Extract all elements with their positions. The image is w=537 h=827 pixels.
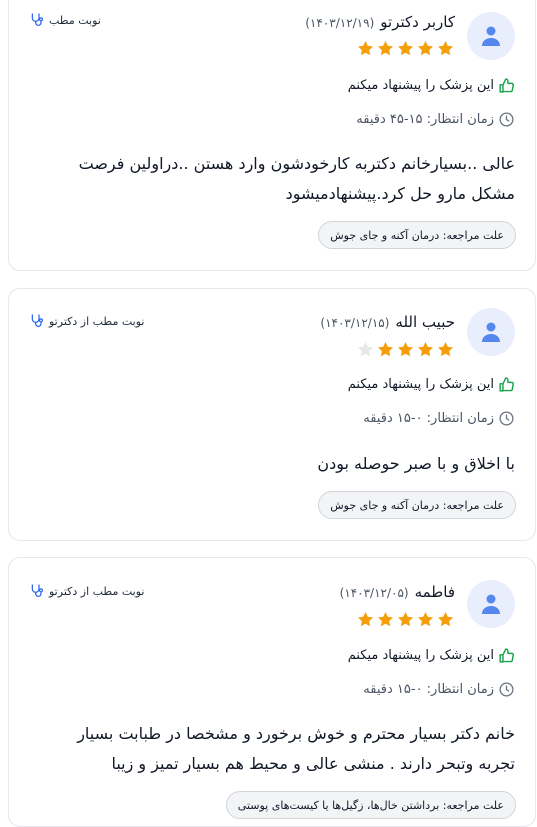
recommend-line: این پزشک را پیشنهاد میکنم <box>348 77 515 94</box>
recommend-text: این پزشک را پیشنهاد میکنم <box>347 78 494 93</box>
reviewer-name: کاربر دکترتو(۱۴۰۳/۱۲/۱۹) <box>305 13 455 31</box>
stethoscope-icon <box>31 584 44 597</box>
wait-time: زمان انتظار: ۰-۱۵ دقیقه <box>363 681 515 698</box>
visit-type: نوبت مطب از دکترتو <box>29 313 144 329</box>
clock-icon <box>499 411 514 426</box>
recommend-text: این پزشک را پیشنهاد میکنم <box>347 648 494 663</box>
rating-stars <box>356 340 455 359</box>
user-icon <box>482 26 500 46</box>
thumbs-up-icon <box>499 377 514 392</box>
clock-icon <box>499 682 514 697</box>
thumbs-up-icon <box>499 78 514 93</box>
star-filled-icon <box>417 40 434 56</box>
user-icon <box>482 594 500 614</box>
visit-type-label: نوبت مطب از دکترتو <box>49 314 145 328</box>
star-filled-icon <box>397 611 414 627</box>
wait-time-text: زمان انتظار: ۱۵-۴۵ دقیقه <box>356 112 494 127</box>
wait-time: زمان انتظار: ۱۵-۴۵ دقیقه <box>356 111 515 128</box>
review-card: حبیب الله(۱۴۰۳/۱۲/۱۵) نوبت مطب از دکترتو… <box>8 288 536 541</box>
star-filled-icon <box>437 40 454 56</box>
stethoscope-icon <box>31 314 44 327</box>
star-filled-icon <box>357 40 374 56</box>
visit-reason-badge: علت مراجعه: درمان آکنه و جای جوش <box>318 491 516 519</box>
review-card: فاطمه(۱۴۰۳/۱۲/۰۵) نوبت مطب از دکترتو این… <box>8 557 536 827</box>
visit-type-label: نوبت مطب <box>49 13 101 27</box>
review-date: (۱۴۰۳/۱۲/۱۹) <box>305 16 375 30</box>
visit-type: نوبت مطب از دکترتو <box>29 583 144 599</box>
review-comment: با اخلاق و با صبر حوصله بودن <box>317 454 515 473</box>
recommend-text: این پزشک را پیشنهاد میکنم <box>347 377 494 392</box>
review-date: (۱۴۰۳/۱۲/۰۵) <box>339 586 409 600</box>
star-filled-icon <box>357 611 374 627</box>
reviewer-name: حبیب الله(۱۴۰۳/۱۲/۱۵) <box>320 313 455 331</box>
review-card: کاربر دکترتو(۱۴۰۳/۱۲/۱۹) نوبت مطب این پز… <box>8 0 536 271</box>
rating-stars <box>356 39 455 58</box>
user-avatar <box>467 308 515 356</box>
thumbs-up-icon <box>499 648 514 663</box>
star-filled-icon <box>377 40 394 56</box>
rating-stars <box>356 610 455 629</box>
reviewer-name: فاطمه(۱۴۰۳/۱۲/۰۵) <box>339 583 455 601</box>
review-date: (۱۴۰۳/۱۲/۱۵) <box>320 316 390 330</box>
star-filled-icon <box>437 341 454 357</box>
clock-icon <box>499 112 514 127</box>
star-filled-icon <box>397 40 414 56</box>
recommend-line: این پزشک را پیشنهاد میکنم <box>348 647 515 664</box>
review-comment: خانم دکتر بسیار محترم و خوش برخورد و مشخ… <box>77 724 515 773</box>
star-filled-icon <box>377 611 394 627</box>
visit-type: نوبت مطب <box>29 12 101 28</box>
star-filled-icon <box>417 341 434 357</box>
star-filled-icon <box>397 341 414 357</box>
star-empty-icon <box>357 341 374 357</box>
visit-type-label: نوبت مطب از دکترتو <box>49 584 145 598</box>
wait-time-text: زمان انتظار: ۰-۱۵ دقیقه <box>363 682 494 697</box>
user-icon <box>482 322 500 342</box>
user-avatar <box>467 580 515 628</box>
star-filled-icon <box>437 611 454 627</box>
wait-time: زمان انتظار: ۰-۱۵ دقیقه <box>363 410 515 427</box>
user-avatar <box>467 12 515 60</box>
stethoscope-icon <box>31 13 44 26</box>
star-filled-icon <box>417 611 434 627</box>
wait-time-text: زمان انتظار: ۰-۱۵ دقیقه <box>363 411 494 426</box>
recommend-line: این پزشک را پیشنهاد میکنم <box>348 376 515 393</box>
review-comment: عالی ..بسیارخانم دکتربه کارخودشون وارد ه… <box>78 154 515 203</box>
star-filled-icon <box>377 341 394 357</box>
visit-reason-badge: علت مراجعه: درمان آکنه و جای جوش <box>318 221 516 249</box>
